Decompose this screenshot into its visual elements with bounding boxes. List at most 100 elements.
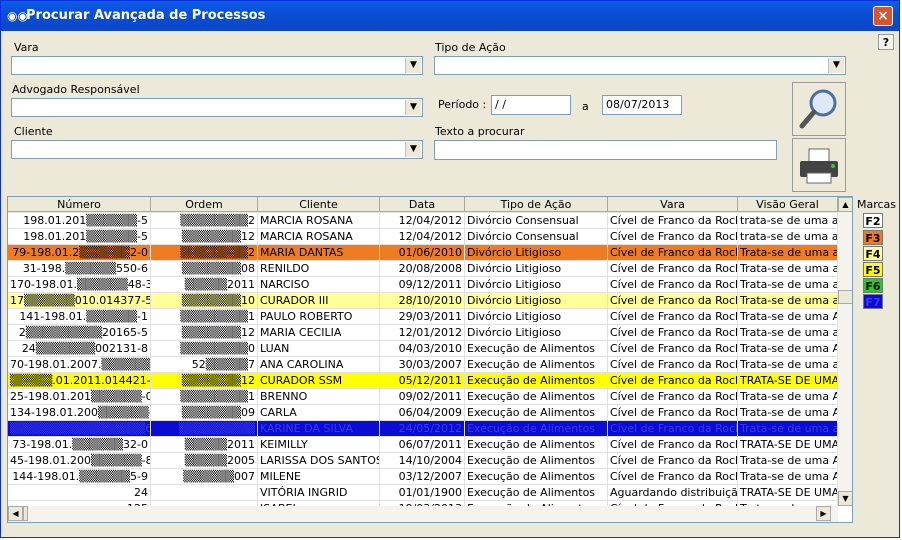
cliente-select[interactable]: ▼ (11, 140, 423, 159)
cell-cliente: RENILDO (258, 261, 380, 277)
chevron-down-icon[interactable]: ▼ (405, 100, 421, 115)
col-ordem[interactable]: Ordem (151, 197, 258, 212)
cell-vara: Cível de Franco da Rocha (608, 341, 738, 357)
close-button[interactable]: × (873, 6, 893, 26)
cell-numero: 141-198.01.▒▒▒▒▒▒-1 (8, 309, 151, 325)
cell-vara: Cível de Franco da Rocha (608, 229, 738, 245)
cell-vara: Cível de Franco da Rocha (608, 389, 738, 405)
col-cliente[interactable]: Cliente (258, 197, 380, 212)
cell-tipo: Execução de Alimentos (465, 389, 608, 405)
table-row[interactable]: 70-198.01.2007.▒▒▒▒▒▒5 52▒▒▒▒▒7 ANA CAROLI… (8, 357, 838, 373)
scroll-up-icon[interactable]: ▲ (838, 197, 852, 212)
cell-ordem: ▒▒▒▒▒▒▒12 (151, 373, 258, 389)
table-row[interactable]: 17▒▒▒▒▒▒010.014377-5 ▒▒▒▒▒▒▒10 CURADOR III… (8, 293, 838, 309)
col-visao-geral[interactable]: Visão Geral (738, 197, 838, 212)
scroll-down-icon[interactable]: ▼ (838, 491, 852, 506)
cell-ordem: ▒▒▒▒▒▒▒▒1 (151, 389, 258, 405)
search-button[interactable] (792, 82, 846, 136)
table-row[interactable]: 31-198.▒▒▒▒▒▒550-6 ▒▒▒▒▒▒▒08 RENILDO 20/08/… (8, 261, 838, 277)
tipo-acao-select[interactable]: ▼ (434, 56, 846, 75)
cell-numero: 134-198.01.200▒▒▒▒▒▒-0 (8, 405, 151, 421)
cell-vara: Cível de Franco da Rocha (608, 293, 738, 309)
cell-tipo: Divórcio Consensual (465, 229, 608, 245)
scroll-right-icon[interactable]: ▶ (816, 506, 831, 521)
cell-visao: TRATA-SE DE UMA (738, 373, 838, 389)
cell-numero: 73-198.01.▒▒▒▒▒▒32-0 (8, 437, 151, 453)
advogado-select[interactable]: ▼ (11, 98, 423, 117)
marcas-title: Marcas (857, 198, 897, 211)
cell-numero: 198.01.201▒▒▒▒▒▒-5 (8, 229, 151, 245)
table-row[interactable]: ▒▒▒▒▒.01.2011.014421-3 ▒▒▒▒▒▒▒12 CURADOR S… (8, 373, 838, 389)
table-row[interactable]: 2▒▒▒▒▒▒▒▒▒20165-5 ▒▒▒▒▒▒▒12 MARIA CECILIA 1… (8, 325, 838, 341)
scroll-thumb[interactable] (838, 290, 852, 304)
cell-numero: 45-198.01.200▒▒▒▒▒▒-8 (8, 453, 151, 469)
printer-icon (800, 148, 838, 184)
mark-f7[interactable]: F7 (863, 294, 883, 309)
vertical-scrollbar[interactable]: ▲ ▼ (838, 197, 852, 506)
cell-cliente: CARLA (258, 405, 380, 421)
col-numero[interactable]: Número (8, 197, 151, 212)
print-button[interactable] (792, 138, 846, 192)
cell-vara: Cível de Franco da Rocha (608, 325, 738, 341)
cell-numero: 17▒▒▒▒▒▒010.014377-5 (8, 293, 151, 309)
periodo-fim-field[interactable]: 08/07/2013 (602, 95, 682, 115)
table-row[interactable]: 79-198.01.2▒▒▒▒▒▒2-0 ▒▒▒▒▒▒▒▒2 MARIA DANTA… (8, 245, 838, 261)
table-row[interactable]: ▒▒▒▒▒▒▒▒▒▒▒▒▒▒▒▒6026▒▒▒▒▒▒▒▒▒KARINE DA S… (8, 421, 838, 437)
col-tipo-acao[interactable]: Tipo de Ação (465, 197, 608, 212)
vara-select[interactable]: ▼ (11, 56, 423, 75)
table-row[interactable]: 170-198.01.▒▒▒▒▒▒48-3 ▒▒▒▒▒2011 NARCISO 09/… (8, 277, 838, 293)
cell-vara: Cível de Franco da Rocha (608, 421, 738, 437)
chevron-down-icon[interactable]: ▼ (405, 58, 421, 73)
col-data[interactable]: Data (380, 197, 465, 212)
table-row[interactable]: 73-198.01.▒▒▒▒▒▒32-0 ▒▒▒▒▒2011 KEIMILLY 06/… (8, 437, 838, 453)
cell-cliente: BRENNO (258, 389, 380, 405)
mark-f2[interactable]: F2 (863, 213, 883, 228)
cell-tipo: Execução de Alimentos (465, 373, 608, 389)
cell-ordem: ▒▒▒▒▒▒▒12 (151, 325, 258, 341)
table-row[interactable]: 45-198.01.200▒▒▒▒▒▒-8 ▒▒▒▒▒2005 LARISSA DO… (8, 453, 838, 469)
cell-numero: 198.01.201▒▒▒▒▒▒-5 (8, 213, 151, 229)
hscroll-thumb[interactable] (23, 506, 28, 521)
cell-cliente: MARCIA ROSANA (258, 229, 380, 245)
periodo-inicio-field[interactable]: / / (491, 95, 571, 115)
cell-numero: 2▒▒▒▒▒▒▒▒▒20165-5 (8, 325, 151, 341)
cell-cliente: ANA CAROLINA (258, 357, 380, 373)
table-row[interactable]: 144-198.01.▒▒▒▒▒▒5-9 ▒▒▒▒▒▒007 MILENE 03/12… (8, 469, 838, 485)
cell-data: 28/10/2010 (380, 293, 465, 309)
cell-visao: Trata-se de uma aç (738, 325, 838, 341)
cell-tipo: Execução de Alimentos (465, 421, 608, 437)
table-row[interactable]: 198.01.201▒▒▒▒▒▒-5 ▒▒▒▒▒▒▒12 MARCIA ROSANA… (8, 229, 838, 245)
cell-cliente: LARISSA DOS SANTOS (258, 453, 380, 469)
col-vara[interactable]: Vara (608, 197, 738, 212)
tipo-acao-label: Tipo de Ação (435, 41, 506, 54)
texto-input[interactable] (434, 140, 777, 160)
chevron-down-icon[interactable]: ▼ (405, 142, 421, 157)
binoculars-icon: ◉◉ (7, 9, 28, 23)
cell-vara: Cível de Franco da Rocha (608, 277, 738, 293)
table-row[interactable]: 198.01.201▒▒▒▒▒▒-5 ▒▒▒▒▒▒▒▒2 MARCIA ROSANA… (8, 213, 838, 229)
chevron-down-icon[interactable]: ▼ (828, 58, 844, 73)
mark-f6[interactable]: F6 (863, 278, 883, 293)
scroll-left-icon[interactable]: ◀ (8, 506, 23, 521)
cell-vara: Cível de Franco da Rocha (608, 437, 738, 453)
periodo-sep: a (582, 100, 589, 113)
cell-ordem: ▒▒▒▒▒▒▒▒▒ (151, 421, 258, 437)
results-grid[interactable]: Número Ordem Cliente Data Tipo de Ação V… (7, 196, 853, 523)
help-button[interactable]: ? (878, 34, 894, 50)
cell-ordem: ▒▒▒▒▒▒▒12 (151, 229, 258, 245)
table-row[interactable]: 25-198.01.201▒▒▒▒▒▒-0 ▒▒▒▒▒▒▒▒1 BRENNO 09/0… (8, 389, 838, 405)
mark-f5[interactable]: F5 (863, 262, 883, 277)
cell-visao: Trata-se de uma Aç (738, 309, 838, 325)
table-row[interactable]: 141-198.01.▒▒▒▒▒▒-1 ▒▒▒▒▒▒▒▒1 PAULO ROBERT… (8, 309, 838, 325)
table-row[interactable]: 24▒▒▒▒▒▒▒002131-8 ▒▒▒▒▒▒▒▒0 LUAN 04/03/2010… (8, 341, 838, 357)
mark-f4[interactable]: F4 (863, 246, 883, 261)
table-row[interactable]: 134-198.01.200▒▒▒▒▒▒-0 ▒▒▒▒▒▒▒09 CARLA 06/0… (8, 405, 838, 421)
horizontal-scrollbar[interactable]: ◀ ▶ (8, 506, 838, 522)
cell-ordem: ▒▒▒▒▒2005 (151, 453, 258, 469)
cell-tipo: Execução de Alimentos (465, 437, 608, 453)
table-row[interactable]: 24 VITÓRIA INGRID 01/01/1900 Execução de Al… (8, 485, 838, 501)
mark-f3[interactable]: F3 (863, 230, 883, 245)
cell-vara: Cível de Franco da Rocha (608, 261, 738, 277)
cell-vara: Cível de Franco da Rocha (608, 245, 738, 261)
cell-visao: Trata-se de uma aç (738, 277, 838, 293)
